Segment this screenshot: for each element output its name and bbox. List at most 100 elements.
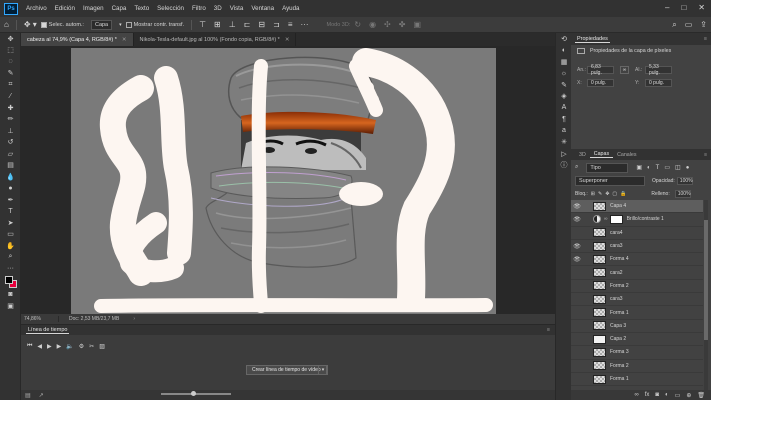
blur-icon[interactable]: 💧 [0, 171, 21, 183]
prev-frame-icon[interactable]: ◀ [37, 343, 42, 350]
lasso-icon[interactable]: ◌ [0, 56, 21, 68]
first-frame-icon[interactable]: ⏮ [27, 343, 32, 350]
panel-menu-icon[interactable]: ≡ [547, 327, 550, 333]
blend-mode-dropdown[interactable]: Superponer [575, 175, 645, 186]
tool-presets-icon[interactable]: ✳ [556, 137, 572, 149]
quick-select-icon[interactable]: ✎ [0, 68, 21, 80]
align-vcenter-icon[interactable]: ⊞ [210, 20, 225, 29]
hand-icon[interactable]: ✋ [0, 240, 21, 252]
filter-toggle-icon[interactable]: ● [686, 165, 690, 171]
align-right-icon[interactable]: ⊐ [269, 20, 284, 29]
new-adjustment-icon[interactable]: ◐ [665, 392, 669, 398]
filter-smart-icon[interactable]: ◫ [675, 164, 681, 171]
filter-adjust-icon[interactable]: ◐ [647, 165, 651, 171]
paragraph-icon[interactable]: ¶ [556, 114, 572, 126]
rectangle-icon[interactable]: ▭ [0, 229, 21, 241]
add-mask-icon[interactable]: ◙ [655, 392, 659, 398]
layer-row[interactable]: cara2 [571, 266, 703, 280]
lock-artboard-icon[interactable]: ▢ [612, 191, 617, 197]
zoom-icon[interactable]: ⌕ [0, 252, 21, 264]
tab-3d[interactable]: 3D [575, 152, 590, 158]
slider-knob[interactable] [191, 391, 196, 396]
filter-shape-icon[interactable]: ▭ [664, 164, 670, 171]
brush-settings-icon[interactable]: ✎ [556, 79, 572, 91]
lock-pixels-icon[interactable]: ⊞ [591, 191, 595, 197]
layer-row[interactable]: Forma 3 [571, 346, 703, 360]
link-icon[interactable]: ∞ [620, 65, 629, 74]
glyphs-icon[interactable]: a [556, 125, 572, 137]
gradient-icon[interactable]: ▤ [0, 160, 21, 172]
create-video-timeline-button[interactable]: Crear línea de tiempo de vídeo [246, 365, 327, 375]
share-icon[interactable]: ⇪ [696, 20, 711, 29]
new-layer-icon[interactable]: ⊕ [686, 392, 691, 399]
move-icon[interactable]: ✥ [0, 33, 21, 45]
visibility-eye-icon[interactable]: 👁 [571, 256, 583, 263]
split-icon[interactable]: ✂ [89, 343, 94, 350]
layer-row[interactable]: Capa 3 [571, 320, 703, 333]
eraser-icon[interactable]: ▱ [0, 148, 21, 160]
layer-row[interactable]: cara3 [571, 293, 703, 307]
color-swatches[interactable] [0, 275, 20, 289]
chevron-right-icon[interactable]: › [133, 316, 135, 322]
panel-menu-icon[interactable]: ≡ [704, 152, 707, 158]
crop-icon[interactable]: ⌗ [0, 79, 21, 91]
chevron-down-icon[interactable]: ▾ [115, 22, 126, 28]
minimize-icon[interactable]: – [665, 3, 669, 12]
tab-cabeza[interactable]: cabeza al 74,9% (Capa 4, RGB/8#) * ✕ [21, 33, 134, 46]
layer-row[interactable]: 👁 Capa 4 [571, 200, 703, 214]
zoom-level[interactable]: 74,86% [21, 316, 59, 322]
settings-icon[interactable]: ⚙ [79, 343, 84, 350]
history-icon[interactable]: ⟲ [556, 33, 572, 45]
filter-pixel-icon[interactable]: ▣ [636, 164, 642, 171]
adjustments-icon[interactable]: ☼ [556, 68, 572, 80]
lock-move-icon[interactable]: ✥ [605, 191, 609, 197]
menu-3d[interactable]: 3D [210, 5, 226, 12]
layers-scrollbar[interactable] [704, 200, 708, 390]
layer-row[interactable]: Forma 2 [571, 280, 703, 294]
layer-mask-thumbnail[interactable] [609, 214, 623, 224]
close-icon[interactable]: ✕ [698, 3, 705, 12]
type-icon[interactable]: T [0, 206, 21, 218]
next-frame-icon[interactable]: ▶ [57, 343, 62, 350]
layer-row[interactable]: Capa 2 [571, 333, 703, 347]
auto-select-dropdown[interactable]: Capa [90, 19, 113, 30]
layer-row[interactable]: 👁 Forma 4 [571, 253, 703, 267]
tab-timeline[interactable]: Línea de tiempo [26, 327, 70, 334]
align-bottom-icon[interactable]: ⊥ [225, 20, 240, 29]
y-field[interactable]: 0 pulg. [645, 78, 672, 87]
menu-vista[interactable]: Vista [226, 5, 248, 12]
visibility-eye-icon[interactable]: 👁 [571, 203, 583, 210]
move-tool-icon[interactable]: ✥ ▾ [20, 20, 41, 29]
menu-imagen[interactable]: Imagen [79, 5, 108, 12]
filter-type-dropdown[interactable]: Tipo [586, 162, 629, 173]
align-hcenter-icon[interactable]: ⊟ [254, 20, 269, 29]
layer-row[interactable]: Forma 1 [571, 306, 703, 320]
more-options-icon[interactable]: ··· [297, 20, 313, 29]
search-icon[interactable]: ⌕ [668, 20, 680, 30]
menu-capa[interactable]: Capa [108, 5, 131, 12]
align-left-icon[interactable]: ⊏ [240, 20, 255, 29]
menu-edicion[interactable]: Edición [51, 5, 79, 12]
tab-channels[interactable]: Canales [613, 152, 640, 158]
stamp-icon[interactable]: ⊥ [0, 125, 21, 137]
link-layers-icon[interactable]: ∞ [634, 392, 638, 398]
quick-mask-icon[interactable]: ◙ [0, 289, 21, 301]
trash-icon[interactable]: 🗑 [697, 392, 705, 399]
canvas-area[interactable] [21, 46, 555, 314]
dodge-icon[interactable]: ● [0, 183, 21, 195]
panel-menu-icon[interactable]: ≡ [704, 36, 707, 42]
actions-icon[interactable]: ▷ [556, 148, 572, 160]
audio-icon[interactable]: 🔈 [66, 343, 73, 350]
fx-icon[interactable]: fx [645, 392, 650, 398]
healing-icon[interactable]: ✚ [0, 102, 21, 114]
width-field[interactable]: 6,83 pulg. [587, 64, 614, 76]
screen-mode-icon[interactable]: ▣ [0, 300, 21, 312]
pen-icon[interactable]: ✒ [0, 194, 21, 206]
opacity-field[interactable]: 100% [676, 176, 693, 185]
play-icon[interactable]: ▶ [47, 343, 52, 350]
fill-field[interactable]: 100% [674, 189, 691, 198]
foreground-color-swatch[interactable] [5, 275, 13, 284]
swatches-icon[interactable]: ▦ [556, 56, 572, 68]
x-field[interactable]: 0 pulg. [587, 78, 614, 87]
timeline-zoom-slider[interactable] [161, 391, 231, 396]
